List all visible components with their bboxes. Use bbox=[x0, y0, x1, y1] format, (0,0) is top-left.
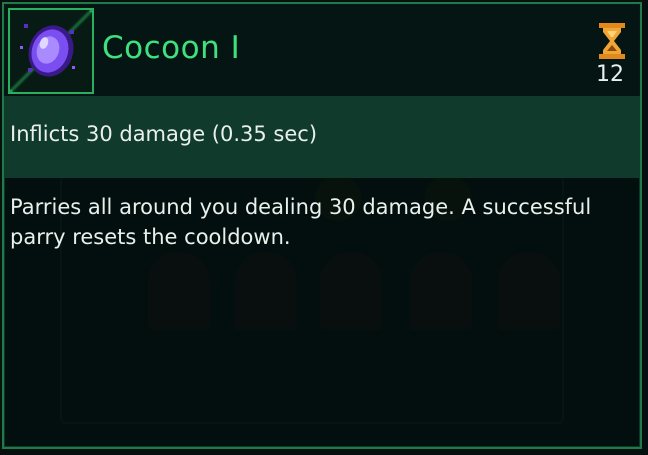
cocoon-orb-icon bbox=[10, 10, 92, 92]
tooltip-header: Cocoon I 12 bbox=[4, 4, 640, 96]
ability-description: Parries all around you dealing 30 damage… bbox=[10, 195, 592, 249]
cooldown-value: 12 bbox=[596, 62, 624, 87]
ability-icon-frame bbox=[8, 8, 94, 94]
damage-info: Inflicts 30 damage (0.35 sec) bbox=[10, 122, 318, 146]
ability-title: Cocoon I bbox=[102, 30, 241, 66]
hourglass-icon bbox=[599, 23, 625, 59]
